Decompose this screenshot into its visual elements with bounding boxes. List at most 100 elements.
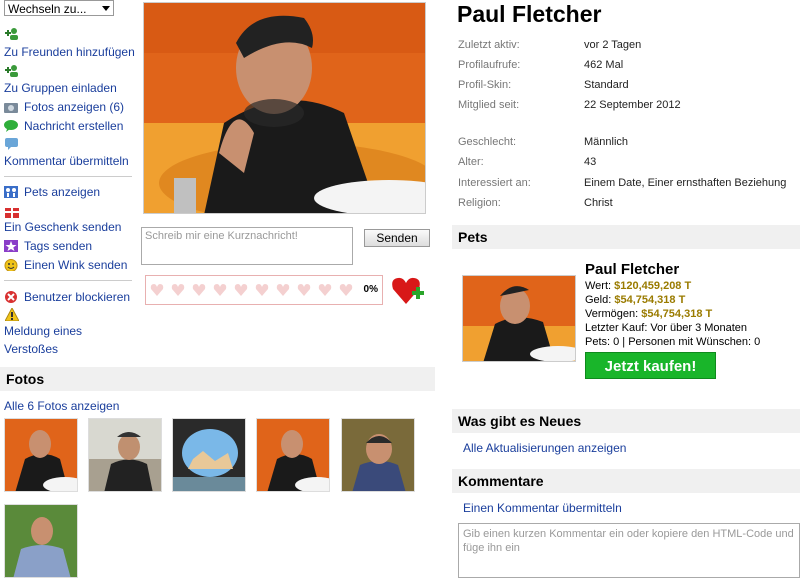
view-pets-link[interactable]: Pets anzeigen [4, 184, 100, 200]
pet-assets-label: Vermögen: [585, 308, 639, 320]
info-label: Religion: [458, 197, 501, 209]
info-label: Profilaufrufe: [458, 59, 521, 71]
info-label: Interessiert an: [458, 177, 531, 189]
buy-now-button[interactable]: Jetzt kaufen! [585, 352, 716, 379]
add-friend-link[interactable]: Zu Freunden hinzufügen [4, 44, 135, 60]
photo-thumbnail[interactable] [4, 418, 78, 492]
heart-icon [297, 284, 311, 296]
send-gift-link[interactable]: Ein Geschenk senden [4, 219, 121, 235]
pet-counts: Pets: 0 | Personen mit Wünschen: 0 [585, 336, 761, 348]
pet-value: $120,459,208 T [614, 280, 692, 292]
comment-input[interactable]: Gib einen kurzen Kommentar ein oder kopi… [458, 523, 800, 578]
heart-icon [255, 284, 269, 296]
pet-assets: $54,754,318 T [641, 308, 713, 320]
info-value: vor 2 Tagen [584, 39, 642, 51]
pet-last-purchase: Letzter Kauf: Vor über 3 Monaten [585, 322, 748, 334]
speech-bubble-icon [4, 120, 18, 132]
info-value: Christ [584, 197, 613, 209]
all-updates-link[interactable]: Alle Aktualisierungen anzeigen [463, 441, 626, 455]
news-section-header: Was gibt es Neues [452, 409, 800, 433]
comment-icon [5, 138, 18, 150]
thumbnail-image [173, 419, 245, 491]
info-label: Mitglied seit: [458, 99, 520, 111]
info-label: Zuletzt aktiv: [458, 39, 520, 51]
divider [4, 176, 132, 177]
info-label: Profil-Skin: [458, 79, 512, 91]
create-message-link[interactable]: Nachricht erstellen [4, 118, 123, 134]
info-label: Alter: [458, 156, 484, 168]
report-violation-link-cont[interactable]: Verstoßes [4, 341, 58, 357]
thumbnail-image [257, 419, 329, 491]
pet-value-row: Wert: $120,459,208 T [585, 280, 691, 292]
switch-select[interactable]: Wechseln zu... [4, 0, 114, 16]
submit-comment-link[interactable]: Kommentar übermitteln [4, 153, 129, 169]
pets-section-header: Pets [452, 225, 800, 249]
report-violation-link[interactable]: Meldung eines [4, 323, 82, 339]
photo-thumbnail[interactable] [256, 418, 330, 492]
warning-icon [5, 308, 19, 321]
pet-photo-image [463, 276, 575, 361]
info-value: Einem Date, Einer ernsthaften Beziehung [584, 177, 787, 189]
profile-name: Paul Fletcher [457, 1, 602, 27]
comments-section-header: Kommentare [452, 469, 800, 493]
pet-cash-label: Geld: [585, 294, 612, 306]
info-value: 43 [584, 156, 597, 168]
heart-icon [192, 284, 206, 296]
send-wink-link[interactable]: Einen Wink senden [4, 257, 127, 273]
camera-icon [4, 103, 18, 113]
pet-photo[interactable] [462, 275, 576, 362]
photo-thumbnail[interactable] [341, 418, 415, 492]
switch-select-label: Wechseln zu... [8, 2, 87, 16]
info-value: 462 Mal [584, 59, 624, 71]
send-button[interactable]: Senden [364, 229, 430, 247]
hearts-rating[interactable]: 0% [145, 275, 383, 305]
pets-title: Pets [458, 229, 488, 245]
add-friend-icon [5, 28, 18, 40]
heart-icon [150, 284, 164, 296]
invite-group-link[interactable]: Zu Gruppen einladen [4, 80, 117, 96]
pet-assets-row: Vermögen: $54,754,318 T [585, 308, 712, 320]
block-user-link[interactable]: Benutzer blockieren [4, 289, 130, 305]
chevron-down-icon [102, 6, 110, 11]
thumbnail-image [5, 419, 77, 491]
divider [4, 280, 132, 281]
view-photos-link[interactable]: Fotos anzeigen (6) [4, 99, 124, 115]
block-icon [5, 291, 17, 303]
heart-icon [276, 284, 290, 296]
submit-comment-link-right[interactable]: Einen Kommentar übermitteln [463, 501, 622, 515]
pet-cash-row: Geld: $54,754,318 T [585, 294, 685, 306]
fotos-title: Fotos [6, 371, 45, 387]
view-pets-label: Pets anzeigen [24, 185, 101, 199]
thumbnail-image [89, 419, 161, 491]
info-value: 22 September 2012 [584, 99, 681, 111]
gift-icon [5, 208, 19, 218]
photo-thumbnail[interactable] [172, 418, 246, 492]
send-wink-label: Einen Wink senden [24, 258, 128, 272]
send-tags-link[interactable]: Tags senden [4, 238, 92, 254]
info-value: Männlich [584, 136, 629, 148]
heart-icon [234, 284, 248, 296]
pet-value-label: Wert: [585, 280, 612, 292]
profile-photo[interactable] [143, 2, 426, 214]
heart-icon [171, 284, 185, 296]
info-label: Geschlecht: [458, 136, 517, 148]
view-photos-label: Fotos anzeigen (6) [24, 100, 125, 114]
add-heart-icon[interactable] [391, 276, 425, 306]
thumbnail-image [5, 505, 77, 577]
short-message-input[interactable]: Schreib mir eine Kurznachricht! [141, 227, 353, 265]
profile-photo-image [144, 3, 425, 213]
photo-thumbnail[interactable] [4, 504, 78, 578]
all-photos-link[interactable]: Alle 6 Fotos anzeigen [4, 399, 119, 413]
smiley-icon [4, 259, 18, 271]
hearts-percent: 0% [363, 284, 378, 295]
heart-icon [318, 284, 332, 296]
pet-cash: $54,754,318 T [614, 294, 686, 306]
heart-icon [339, 284, 353, 296]
block-user-label: Benutzer blockieren [24, 290, 131, 304]
star-icon [4, 240, 18, 252]
photo-thumbnail[interactable] [88, 418, 162, 492]
pets-icon [4, 186, 18, 198]
heart-icon [213, 284, 227, 296]
pet-name: Paul Fletcher [585, 261, 680, 278]
send-tags-label: Tags senden [24, 239, 93, 253]
